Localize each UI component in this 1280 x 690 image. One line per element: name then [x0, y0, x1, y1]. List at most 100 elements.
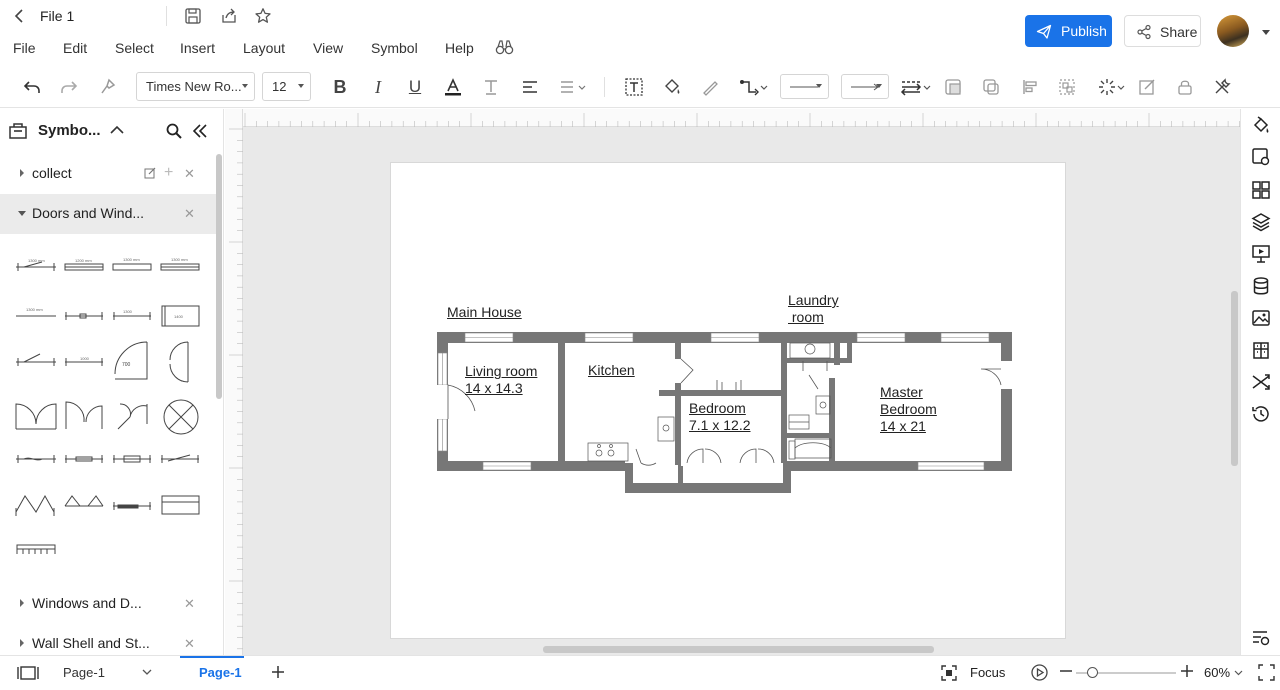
add-icon[interactable]: + — [164, 164, 173, 182]
save-icon[interactable] — [184, 7, 202, 25]
shuffle-icon[interactable] — [1251, 372, 1271, 392]
menu-select[interactable]: Select — [115, 40, 154, 56]
drawing-page[interactable]: Main House Laundry room Living room 14 x… — [390, 162, 1066, 639]
symbol-bifold-1[interactable] — [15, 494, 55, 516]
label-bedroom[interactable]: Bedroom 7.1 x 12.2 — [689, 400, 751, 434]
symbol-door-3[interactable]: 700 — [114, 341, 148, 380]
label-kitchen[interactable]: Kitchen — [588, 362, 635, 379]
symbol-window-3[interactable]: 1300 mm — [112, 257, 152, 271]
text-style-icon[interactable] — [478, 74, 504, 100]
font-color-icon[interactable] — [440, 74, 466, 100]
menu-insert[interactable]: Insert — [180, 40, 215, 56]
search-icon[interactable] — [166, 123, 182, 139]
close-icon[interactable]: ✕ — [184, 596, 195, 612]
sidebar-scrollbar[interactable] — [216, 154, 222, 399]
back-icon[interactable] — [12, 8, 28, 24]
image-icon[interactable] — [1251, 308, 1271, 328]
focus-icon[interactable] — [941, 665, 957, 681]
settings-panel-icon[interactable] — [1251, 629, 1271, 649]
symbol-door-6[interactable] — [65, 401, 103, 429]
font-size-dropdown[interactable]: 12 — [262, 72, 311, 101]
line-spacing-icon[interactable] — [558, 74, 588, 100]
canvas-area[interactable]: Main House Laundry room Living room 14 x… — [225, 109, 1240, 655]
symbol-window-1[interactable]: 1300 mm — [16, 258, 56, 271]
symbol-opening-3[interactable] — [113, 455, 151, 463]
symbol-door-1[interactable] — [16, 353, 56, 366]
binoculars-icon[interactable] — [495, 39, 514, 56]
line-color-icon[interactable] — [697, 74, 723, 100]
database-icon[interactable] — [1251, 276, 1271, 296]
redo-icon[interactable] — [56, 74, 82, 100]
symbol-window-6[interactable] — [65, 312, 103, 320]
menu-layout[interactable]: Layout — [243, 40, 285, 56]
align-objects-icon[interactable] — [1017, 74, 1043, 100]
style-fill-icon[interactable] — [1251, 115, 1271, 135]
zoom-slider[interactable] — [1076, 667, 1176, 678]
star-icon[interactable] — [254, 7, 272, 25]
lock-icon[interactable] — [1172, 74, 1198, 100]
library-row-collect[interactable]: collect + ✕ — [0, 154, 216, 194]
symbol-door-8[interactable] — [163, 399, 199, 435]
arrow-style-dropdown[interactable] — [841, 74, 889, 99]
symbol-window-8[interactable]: 1400 — [161, 305, 200, 327]
vertical-scrollbar[interactable] — [1231, 291, 1238, 466]
layers-icon[interactable] — [1251, 212, 1271, 232]
group-icon[interactable] — [1054, 74, 1080, 100]
close-icon[interactable]: ✕ — [184, 166, 195, 182]
tab-page-1[interactable]: Page-1 — [180, 656, 260, 690]
edit-shape-icon[interactable] — [1134, 74, 1160, 100]
symbol-opening-4[interactable] — [161, 454, 199, 463]
fill-color-icon[interactable] — [659, 74, 685, 100]
line-style-dropdown[interactable] — [780, 74, 829, 99]
send-back-icon[interactable] — [978, 74, 1004, 100]
symbol-opening-1[interactable] — [16, 455, 56, 463]
fullscreen-icon[interactable] — [1258, 664, 1275, 681]
symbol-window-2[interactable]: 1200 mm — [64, 258, 104, 271]
effects-icon[interactable] — [1096, 74, 1126, 100]
bold-icon[interactable]: B — [327, 74, 353, 100]
format-painter-icon[interactable] — [95, 74, 121, 100]
text-box-icon[interactable] — [621, 74, 647, 100]
history-icon[interactable] — [1251, 404, 1271, 424]
library-row-windows-doors[interactable]: Windows and D... ✕ — [0, 584, 216, 624]
account-menu-chevron-icon[interactable] — [1262, 30, 1270, 35]
page-select[interactable]: Page-1 — [50, 662, 160, 684]
underline-icon[interactable]: U — [402, 74, 428, 100]
menu-symbol[interactable]: Symbol — [371, 40, 418, 56]
grid-panel-icon[interactable] — [1251, 180, 1271, 200]
label-main-house[interactable]: Main House — [447, 304, 522, 321]
symbol-garage[interactable] — [16, 544, 56, 554]
italic-icon[interactable]: I — [365, 74, 391, 100]
symbol-door-5[interactable] — [15, 403, 57, 430]
close-icon[interactable]: ✕ — [184, 636, 195, 652]
font-family-dropdown[interactable]: Times New Ro... — [136, 72, 255, 101]
play-icon[interactable] — [1031, 664, 1048, 681]
connector-style-icon[interactable] — [738, 74, 768, 100]
building-icon[interactable] — [1251, 340, 1271, 360]
page-layout-icon[interactable] — [17, 665, 39, 681]
undo-icon[interactable] — [19, 74, 45, 100]
line-weight-icon[interactable] — [899, 74, 931, 100]
edit-icon[interactable] — [144, 167, 156, 179]
symbol-window-7[interactable]: 1300 — [113, 309, 151, 320]
avatar[interactable] — [1217, 15, 1249, 47]
close-icon[interactable]: ✕ — [184, 206, 195, 222]
presentation-icon[interactable] — [1251, 244, 1271, 264]
symbol-window-5[interactable]: 1300 mm — [16, 307, 56, 317]
collapse-chevron-icon[interactable] — [110, 125, 124, 135]
format-panel-icon[interactable] — [1251, 147, 1271, 167]
focus-label[interactable]: Focus — [970, 665, 1005, 680]
label-master-bedroom[interactable]: Master Bedroom 14 x 21 — [880, 384, 937, 435]
symbol-sliding-1[interactable] — [113, 502, 151, 510]
zoom-slider-thumb[interactable] — [1087, 667, 1098, 678]
bring-front-icon[interactable] — [940, 74, 966, 100]
chevron-down-icon[interactable] — [1234, 670, 1243, 676]
symbol-opening-2[interactable] — [65, 455, 103, 463]
horizontal-scrollbar[interactable] — [543, 646, 934, 653]
tools-icon[interactable] — [1209, 74, 1235, 100]
symbol-bifold-2[interactable] — [64, 495, 104, 507]
library-row-doors-windows[interactable]: Doors and Wind... ✕ — [0, 194, 216, 234]
menu-view[interactable]: View — [313, 40, 343, 56]
symbol-sliding-2[interactable] — [161, 495, 200, 515]
align-icon[interactable] — [517, 74, 543, 100]
